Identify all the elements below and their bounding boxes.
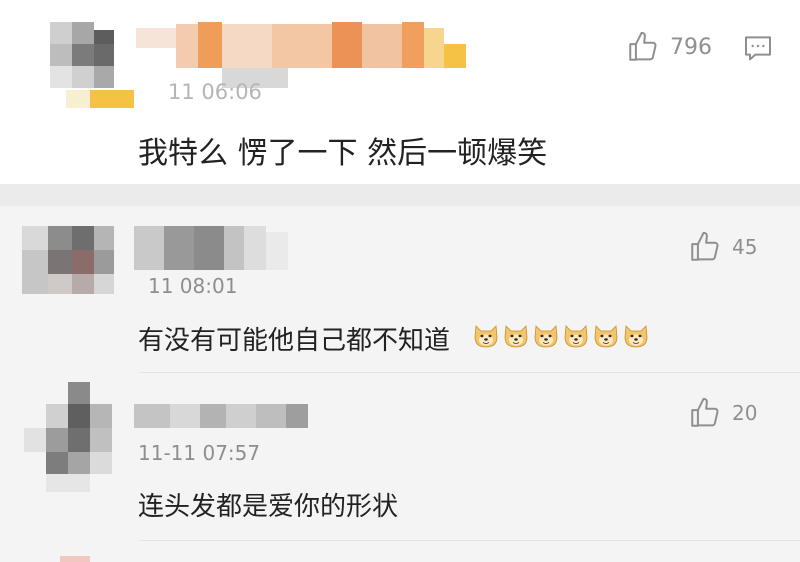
- doge-emoji: [534, 325, 558, 348]
- like-button[interactable]: 796: [626, 30, 712, 64]
- doge-emoji: [624, 325, 648, 348]
- comment-text: 我特么 愣了一下 然后一顿爆笑: [138, 136, 548, 171]
- reply-list: 11 08:01 有没有可能他自己都不知道 45 11-11 07:57 连头发…: [0, 206, 800, 562]
- divider: [140, 372, 800, 373]
- like-button[interactable]: 45: [688, 230, 757, 264]
- reply-timestamp: 11 08:01: [148, 274, 238, 298]
- reply-text: 连头发都是爱你的形状: [138, 492, 399, 522]
- reply-timestamp: 11-11 07:57: [138, 441, 261, 465]
- comment-timestamp: 11 06:06: [168, 80, 262, 104]
- doge-emoji: [504, 325, 528, 348]
- like-count: 45: [732, 235, 758, 259]
- like-button[interactable]: 20: [688, 396, 757, 430]
- doge-emoji: [594, 325, 618, 348]
- doge-emoji: [474, 325, 498, 348]
- thumbs-up-icon: [691, 397, 719, 427]
- thumbs-up-icon: [691, 231, 719, 261]
- divider: [140, 540, 800, 541]
- like-count: 20: [732, 401, 758, 425]
- emoji-row: [472, 321, 650, 349]
- main-comment-card: 11 06:06 我特么 愣了一下 然后一顿爆笑 796: [0, 0, 800, 184]
- avatar[interactable]: [60, 556, 90, 562]
- section-divider: [0, 184, 800, 206]
- comment-bubble-icon[interactable]: [742, 32, 774, 64]
- thumbs-up-icon: [629, 31, 657, 61]
- like-count: 796: [670, 34, 712, 60]
- reply-text: 有没有可能他自己都不知道: [138, 326, 451, 356]
- doge-emoji: [564, 325, 588, 348]
